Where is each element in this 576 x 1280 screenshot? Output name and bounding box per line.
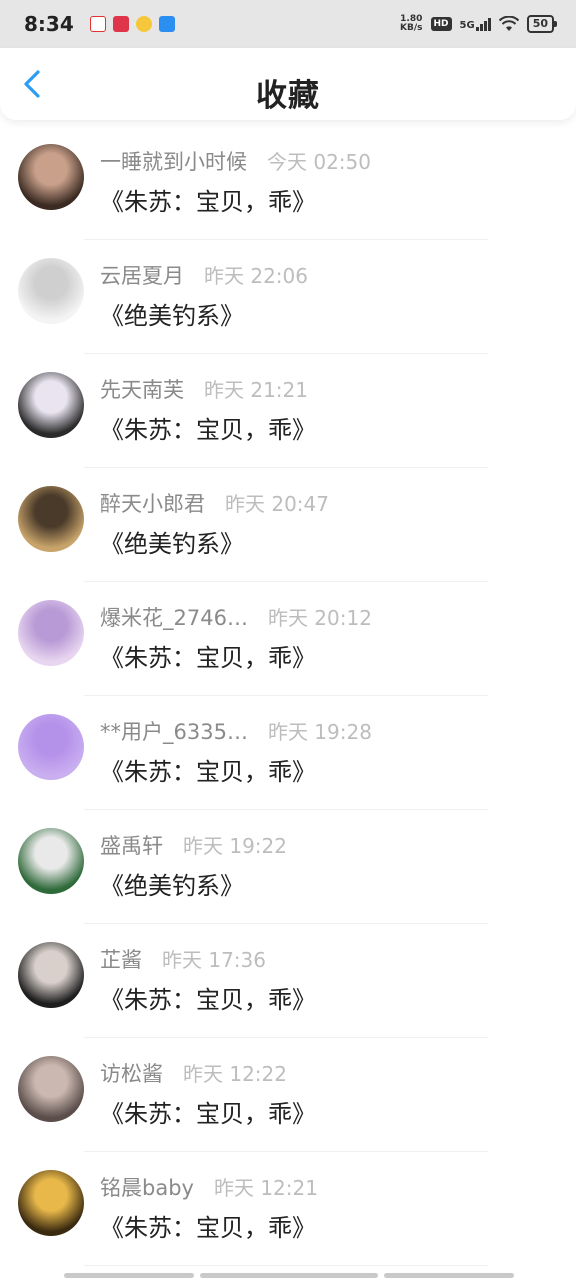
list-item[interactable]: 盛禹轩 昨天 19:22 《绝美钓系》 [0,810,576,924]
favorited-title[interactable]: 《朱苏：宝贝，乖》 [100,182,316,217]
timestamp: 昨天 12:22 [183,1062,287,1086]
favorited-title[interactable]: 《朱苏：宝贝，乖》 [100,1208,316,1243]
user-name[interactable]: 访松酱 [100,1058,163,1088]
avatar[interactable] [18,486,84,552]
timestamp: 昨天 17:36 [162,948,266,972]
list-item[interactable]: 芷酱 昨天 17:36 《朱苏：宝贝，乖》 [0,924,576,1038]
favorited-title[interactable]: 《朱苏：宝贝，乖》 [100,980,316,1015]
timestamp: 昨天 12:21 [213,1176,318,1200]
list-item[interactable]: 铭晨baby 昨天 12:21 《朱苏：宝贝，乖》 [0,1152,576,1266]
list-item[interactable]: 云居夏月 昨天 22:06 《绝美钓系》 [0,240,576,354]
avatar[interactable] [18,1056,84,1122]
divider [84,1265,488,1266]
user-name[interactable]: 一睡就到小时候 [100,146,247,176]
app-notification-icon [112,16,129,32]
signal-icon: 5G [459,17,491,31]
status-time: 8:34 [24,12,74,36]
battery-icon: 50 [526,15,558,33]
timestamp: 昨天 21:21 [204,378,308,402]
item-meta: 一睡就到小时候 今天 02:50 [100,146,371,176]
user-name[interactable]: 盛禹轩 [100,830,163,860]
timestamp: 昨天 20:12 [267,606,372,630]
timestamp: 昨天 19:22 [183,834,287,858]
favorited-title[interactable]: 《绝美钓系》 [100,296,244,331]
calendar-notification-icon [89,16,106,32]
wifi-icon [498,16,519,31]
list-item[interactable]: 爆米花_2746… 昨天 20:12 《朱苏：宝贝，乖》 [0,582,576,696]
item-meta: 先天南芙 昨天 21:21 [100,374,308,404]
avatar[interactable] [18,828,84,894]
list-item[interactable]: 醉天小郎君 昨天 20:47 《绝美钓系》 [0,468,576,582]
favorited-title[interactable]: 《朱苏：宝贝，乖》 [100,638,316,673]
network-speed: 1.80 KB/s [400,15,422,33]
timestamp: 昨天 19:28 [267,720,372,744]
avatar[interactable] [18,258,84,324]
favorited-title[interactable]: 《绝美钓系》 [100,524,244,559]
avatar[interactable] [18,600,84,666]
user-name[interactable]: 爆米花_2746… [100,602,248,632]
favorited-title[interactable]: 《朱苏：宝贝，乖》 [100,410,316,445]
item-meta: 访松酱 昨天 12:22 [100,1058,287,1088]
page-title: 收藏 [256,78,320,114]
top-bar: 收藏 [0,48,576,120]
favorited-title[interactable]: 《绝美钓系》 [100,866,244,901]
item-meta: 云居夏月 昨天 22:06 [100,260,308,290]
item-meta: **用户_6335… 昨天 19:28 [100,716,372,746]
favorites-list: 一睡就到小时候 今天 02:50 《朱苏：宝贝，乖》 云居夏月 昨天 22:06 《绝美钓… [0,126,576,1266]
list-item[interactable]: **用户_6335… 昨天 19:28 《朱苏：宝贝，乖》 [0,696,576,810]
avatar[interactable] [18,1170,84,1236]
avatar[interactable] [18,714,84,780]
avatar[interactable] [18,372,84,438]
user-name[interactable]: 铭晨baby [100,1172,194,1202]
list-item[interactable]: 访松酱 昨天 12:22 《朱苏：宝贝，乖》 [0,1038,576,1152]
notification-icons [89,16,175,32]
timestamp: 昨天 20:47 [225,492,329,516]
avatar[interactable] [18,942,84,1008]
user-name[interactable]: 云居夏月 [100,260,184,290]
list-item[interactable]: 一睡就到小时候 今天 02:50 《朱苏：宝贝，乖》 [0,126,576,240]
user-name[interactable]: 先天南芙 [100,374,184,404]
list-item[interactable]: 先天南芙 昨天 21:21 《朱苏：宝贝，乖》 [0,354,576,468]
hd-badge: HD [430,17,452,31]
item-meta: 铭晨baby 昨天 12:21 [100,1172,318,1202]
avatar[interactable] [18,144,84,210]
network-speed-unit: KB/s [400,23,423,33]
user-name[interactable]: 醉天小郎君 [100,488,205,518]
status-bar: 8:34 1.80 KB/s HD 5G 50 [0,0,576,48]
network-type: 5G [459,19,475,31]
bottom-scroll-indicator [64,1273,514,1278]
item-meta: 芷酱 昨天 17:36 [100,944,266,974]
item-meta: 盛禹轩 昨天 19:22 [100,830,287,860]
item-meta: 爆米花_2746… 昨天 20:12 [100,602,372,632]
favorited-title[interactable]: 《朱苏：宝贝，乖》 [100,752,316,787]
app-notification-icon [158,16,175,32]
user-name[interactable]: 芷酱 [100,944,142,974]
timestamp: 昨天 22:06 [204,264,308,288]
timestamp: 今天 02:50 [267,150,371,174]
weibo-notification-icon [135,16,152,32]
item-meta: 醉天小郎君 昨天 20:47 [100,488,329,518]
favorited-title[interactable]: 《朱苏：宝贝，乖》 [100,1094,316,1129]
user-name[interactable]: **用户_6335… [100,716,248,746]
